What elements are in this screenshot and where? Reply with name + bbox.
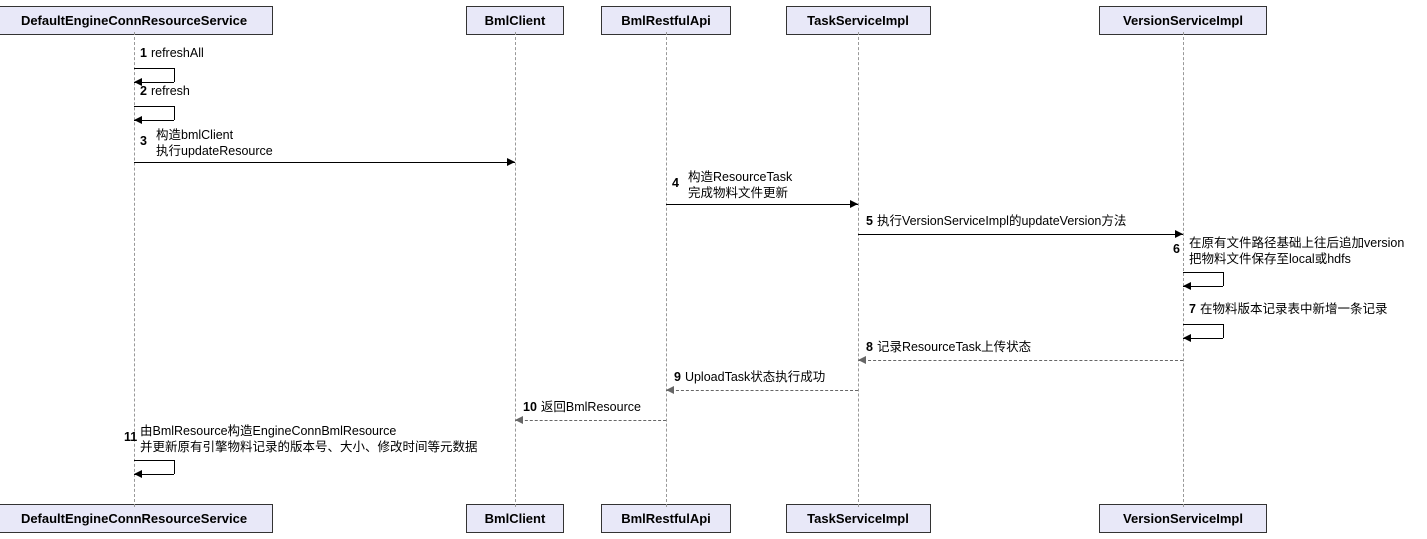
message-label-4: 4构造ResourceTask 完成物料文件更新 [688,170,792,201]
message-text: 构造bmlClient 执行updateResource [156,128,273,159]
message-arrow-9 [666,390,858,391]
participant-p5-bottom: VersionServiceImpl [1099,504,1267,533]
participant-label: BmlRestfulApi [621,13,711,28]
lifeline-p5 [1183,32,1184,507]
participant-label: VersionServiceImpl [1123,511,1243,526]
message-label-2: 2 refresh [140,84,190,100]
message-label-8: 8 记录ResourceTask上传状态 [866,340,1031,356]
participant-p1-top: DefaultEngineConnResourceService [0,6,273,35]
message-arrow-4 [666,204,858,205]
participant-p1-bottom: DefaultEngineConnResourceService [0,504,273,533]
lifeline-p2 [515,32,516,507]
participant-p5-top: VersionServiceImpl [1099,6,1267,35]
message-text: 记录ResourceTask上传状态 [877,340,1031,354]
participant-p3-top: BmlRestfulApi [601,6,730,35]
participant-p4-bottom: TaskServiceImpl [786,504,931,533]
message-number: 10 [523,400,537,414]
message-number: 5 [866,214,873,228]
participant-p2-top: BmlClient [466,6,564,35]
arrow-head-icon [1183,334,1191,342]
arrow-head-icon [1183,282,1191,290]
message-number: 2 [140,84,147,98]
message-text: 返回BmlResource [541,400,641,414]
message-text: refreshAll [151,46,204,60]
message-number: 6 [1173,242,1180,258]
message-arrow-10 [515,420,666,421]
message-text: 在物料版本记录表中新增一条记录 [1200,302,1388,316]
message-number: 8 [866,340,873,354]
message-label-1: 1 refreshAll [140,46,204,62]
message-text: UploadTask状态执行成功 [685,370,825,384]
lifeline-p4 [858,32,859,507]
message-number: 3 [140,134,147,150]
message-label-7: 7 在物料版本记录表中新增一条记录 [1189,302,1387,318]
message-text: 执行VersionServiceImpl的updateVersion方法 [877,214,1126,228]
message-text: 由BmlResource构造EngineConnBmlResource 并更新原… [140,424,478,455]
participant-label: DefaultEngineConnResourceService [21,511,247,526]
message-text: 构造ResourceTask 完成物料文件更新 [688,170,792,201]
arrow-head-icon [507,158,515,166]
message-text: refresh [151,84,190,98]
participant-p4-top: TaskServiceImpl [786,6,931,35]
arrow-head-icon [858,356,866,364]
participant-label: TaskServiceImpl [807,511,909,526]
message-label-3: 3构造bmlClient 执行updateResource [156,128,273,159]
lifeline-p3 [666,32,667,507]
participant-label: DefaultEngineConnResourceService [21,13,247,28]
message-label-11: 11由BmlResource构造EngineConnBmlResource 并更… [140,424,478,455]
message-number: 11 [124,430,137,446]
participant-label: TaskServiceImpl [807,13,909,28]
participant-p3-bottom: BmlRestfulApi [601,504,730,533]
arrow-head-icon [850,200,858,208]
message-number: 7 [1189,302,1196,316]
participant-p2-bottom: BmlClient [466,504,564,533]
participant-label: BmlRestfulApi [621,511,711,526]
message-arrow-5 [858,234,1183,235]
message-number: 9 [674,370,681,384]
message-arrow-8 [858,360,1183,361]
arrow-head-icon [515,416,523,424]
arrow-head-icon [1175,230,1183,238]
arrow-head-icon [134,116,142,124]
message-arrow-3 [134,162,515,163]
participant-label: VersionServiceImpl [1123,13,1243,28]
message-number: 1 [140,46,147,60]
message-label-9: 9 UploadTask状态执行成功 [674,370,825,386]
message-number: 4 [672,176,679,192]
message-label-10: 10 返回BmlResource [523,400,641,416]
participant-label: BmlClient [485,13,546,28]
message-label-5: 5 执行VersionServiceImpl的updateVersion方法 [866,214,1126,230]
arrow-head-icon [134,470,142,478]
message-text: 在原有文件路径基础上往后追加version 把物料文件保存至local或hdfs [1189,236,1404,267]
message-label-6: 6在原有文件路径基础上往后追加version 把物料文件保存至local或hdf… [1189,236,1404,267]
participant-label: BmlClient [485,511,546,526]
arrow-head-icon [666,386,674,394]
